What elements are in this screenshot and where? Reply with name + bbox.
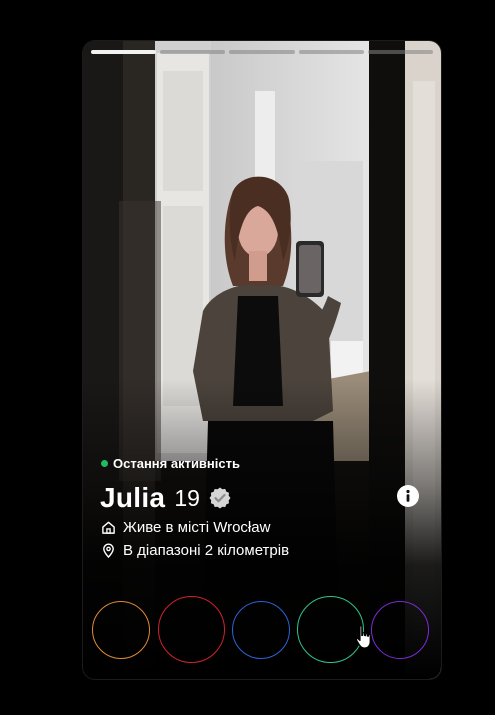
- home-icon: [102, 521, 115, 534]
- progress-segment: [367, 50, 434, 54]
- location-pin-icon: [103, 543, 114, 558]
- profile-age: 19: [174, 484, 200, 511]
- city-text: Живе в місті Wrocław: [123, 519, 271, 536]
- progress-segment: [298, 50, 364, 54]
- info-icon[interactable]: [397, 485, 419, 507]
- progress-segment: [91, 50, 157, 54]
- progress-segment: [229, 50, 295, 54]
- nope-button[interactable]: [158, 596, 225, 663]
- city-row: Живе в місті Wrocław: [101, 519, 270, 536]
- action-bar: [83, 594, 441, 664]
- profile-card[interactable]: Остання активність Julia 19 Живе в місті…: [83, 41, 441, 679]
- distance-text: В діапазоні 2 кілометрів: [123, 542, 290, 559]
- boost-button[interactable]: [371, 601, 429, 659]
- status-text: Остання активність: [113, 456, 240, 471]
- progress-segment: [160, 50, 226, 54]
- distance-row: В діапазоні 2 кілометрів: [101, 542, 289, 559]
- activity-status: Остання активність: [101, 456, 240, 471]
- name-row: Julia 19: [100, 482, 232, 514]
- profile-name: Julia: [100, 482, 166, 513]
- hand-cursor-icon: [355, 625, 371, 649]
- rewind-button[interactable]: [92, 601, 150, 659]
- super-like-button[interactable]: [232, 601, 290, 659]
- photo-progress-bar: [91, 50, 434, 54]
- info-glyph: [406, 489, 410, 502]
- online-dot: [101, 460, 108, 467]
- verified-badge-icon: [209, 487, 231, 509]
